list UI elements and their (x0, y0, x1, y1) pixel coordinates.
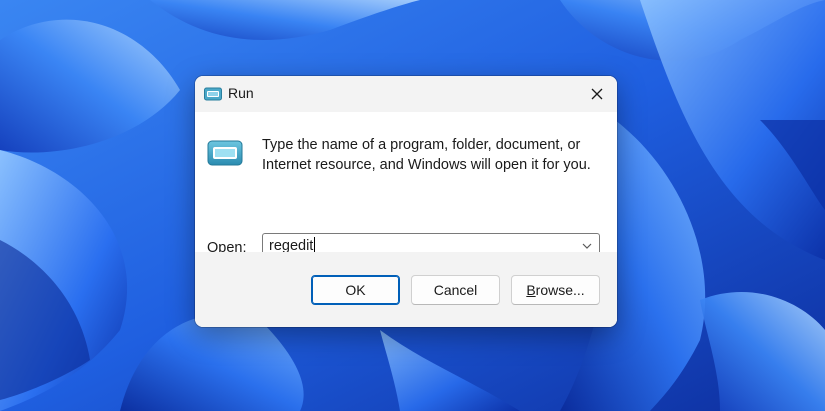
title-bar[interactable]: Run (195, 76, 617, 112)
description-line-1: Type the name of a program, folder, docu… (262, 137, 581, 153)
close-icon (591, 88, 603, 100)
description-line-2: Internet resource, and Windows will open… (262, 157, 591, 173)
text-caret (314, 237, 316, 253)
browse-button-label: rowse... (535, 282, 585, 298)
run-dialog: Run Type the name of a program, folder, … (195, 76, 617, 327)
ok-button[interactable]: OK (311, 275, 400, 305)
chevron-down-icon[interactable] (581, 240, 593, 252)
button-bar: OK Cancel Browse... (195, 252, 617, 327)
run-app-icon (204, 87, 222, 101)
browse-button[interactable]: Browse... (511, 275, 600, 305)
run-app-icon (207, 140, 243, 166)
window-title: Run (228, 85, 254, 101)
cancel-button[interactable]: Cancel (411, 275, 500, 305)
dialog-content: Type the name of a program, folder, docu… (195, 112, 617, 259)
browse-button-accelerator: B (526, 282, 536, 298)
close-button[interactable] (577, 76, 617, 112)
description-text: Type the name of a program, folder, docu… (262, 135, 602, 175)
